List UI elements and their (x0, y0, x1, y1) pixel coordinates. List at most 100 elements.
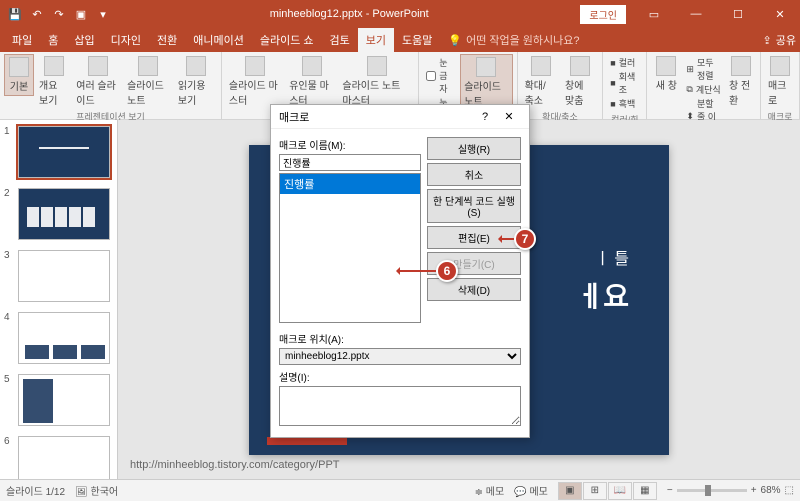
tab-insert[interactable]: 삽입 (66, 28, 102, 52)
zoom-percent[interactable]: 68% (761, 485, 781, 496)
reading-label: 읽기용 보기 (178, 77, 214, 107)
dialog-title: 매크로 (279, 109, 473, 125)
new-window-button[interactable]: 새 창 (651, 54, 681, 94)
tab-transition[interactable]: 전환 (149, 28, 185, 52)
login-button[interactable]: 로그인 (580, 5, 626, 24)
macro-list-item[interactable]: 진행률 (280, 174, 420, 194)
language-indicator[interactable]: 🖼 한국어 (75, 483, 118, 498)
annotation-6-bubble: 6 (436, 260, 458, 282)
handout-master-button[interactable]: 유인물 마스터 (286, 54, 337, 109)
zoom-button[interactable]: 확대/ 축소 (522, 54, 560, 109)
thumb-num: 4 (4, 312, 14, 364)
thumb-num: 6 (4, 436, 14, 479)
share-label: 공유 (776, 32, 796, 48)
macro-in-select[interactable]: minheeblog12.pptx (279, 348, 521, 365)
slide-text-2: ㅔ요 (577, 275, 629, 315)
tell-me[interactable]: 💡 어떤 작업을 원하시나요? (448, 32, 579, 48)
share-icon: ⇪ (763, 34, 772, 47)
slide-master-label: 슬라이드 마스터 (229, 77, 281, 107)
slideshow-view-icon[interactable]: ▦ (633, 482, 657, 500)
macro-list[interactable]: 진행률 (279, 173, 421, 323)
slide-thumbnails-panel[interactable]: 1 2 3 4 5 6 (0, 120, 118, 479)
slide-master-button[interactable]: 슬라이드 마스터 (226, 54, 284, 109)
minimize-icon[interactable]: — (676, 0, 716, 28)
tab-view[interactable]: 보기 (358, 28, 394, 52)
dialog-close-icon[interactable]: ✕ (497, 110, 521, 123)
zoom-out-icon[interactable]: − (667, 485, 673, 496)
description-textarea[interactable] (279, 386, 521, 426)
grayscale-option[interactable]: ■회색조 (610, 70, 639, 96)
ribbon-options-icon[interactable]: ▭ (634, 0, 674, 28)
run-button[interactable]: 실행(R) (427, 137, 521, 160)
normal-view-button[interactable]: 기본 (4, 54, 34, 96)
tab-help[interactable]: 도움말 (394, 28, 440, 52)
description-label: 설명(I): (279, 369, 521, 384)
notes-toggle[interactable]: ≑ 메모 (475, 483, 505, 498)
share-button[interactable]: ⇪ 공유 (763, 32, 796, 48)
tab-file[interactable]: 파일 (4, 28, 40, 52)
annotation-6: 6 (398, 260, 458, 282)
maximize-icon[interactable]: ☐ (718, 0, 758, 28)
macro-name-label: 매크로 이름(M): (279, 137, 421, 152)
annotation-7: 7 (500, 228, 536, 250)
blackwhite-option[interactable]: ■흑백 (610, 97, 639, 110)
dialog-help-icon[interactable]: ? (473, 111, 497, 123)
ruler-label: 눈금자 (439, 56, 455, 95)
cascade-button[interactable]: ⧉계단식 (686, 83, 721, 96)
tab-review[interactable]: 검토 (322, 28, 358, 52)
macro-in-label: 매크로 위치(A): (279, 331, 521, 346)
notes-page-button[interactable]: 슬라이드 노트 (124, 54, 173, 109)
handout-master-label: 유인물 마스터 (289, 77, 334, 107)
undo-icon[interactable]: ↶ (28, 5, 46, 23)
notes-page-label: 슬라이드 노트 (127, 77, 170, 107)
normal-label: 기본 (10, 78, 28, 93)
ruler-checkbox[interactable]: 눈금자 (426, 56, 455, 95)
notes-master-label: 슬라이드 노트 마스터 (342, 77, 411, 107)
slide-counter[interactable]: 슬라이드 1/12 (6, 483, 65, 498)
macros-button[interactable]: 매크로 (765, 54, 795, 109)
color-option[interactable]: ■컬러 (610, 56, 639, 69)
outline-view-button[interactable]: 개요 보기 (36, 54, 71, 109)
slide-sorter-button[interactable]: 여러 슬라이드 (73, 54, 122, 109)
thumbnail-1[interactable]: 1 (0, 124, 117, 180)
cancel-button[interactable]: 취소 (427, 163, 521, 186)
start-slideshow-icon[interactable]: ▣ (72, 5, 90, 23)
switch-window-button[interactable]: 창 전환 (726, 54, 756, 109)
reading-view-icon[interactable]: 📖 (608, 482, 632, 500)
fit-window-button[interactable]: 창에 맞춤 (562, 54, 598, 109)
normal-view-icon[interactable]: ▣ (558, 482, 582, 500)
close-icon[interactable]: ✕ (760, 0, 800, 28)
tab-animation[interactable]: 애니메이션 (185, 28, 252, 52)
arrange-all-button[interactable]: ⊞모두 정렬 (686, 56, 721, 82)
macro-label: 매크로 (768, 77, 792, 107)
slide-notes-button[interactable]: 슬라이드 노트 (460, 54, 512, 111)
reading-view-button[interactable]: 읽기용 보기 (175, 54, 217, 109)
zoom-slider[interactable] (677, 489, 747, 492)
save-icon[interactable]: 💾 (6, 5, 24, 23)
slide-text-1: ㅣ 틀 (595, 245, 629, 269)
tab-slideshow[interactable]: 슬라이드 쇼 (252, 28, 322, 52)
sorter-view-icon[interactable]: ⊞ (583, 482, 607, 500)
gray-label: 회색조 (619, 70, 640, 96)
notes-master-button[interactable]: 슬라이드 노트 마스터 (339, 54, 414, 109)
arrange-label: 모두 정렬 (697, 56, 721, 82)
comments-label: 메모 (529, 487, 547, 498)
tab-design[interactable]: 디자인 (103, 28, 149, 52)
tab-home[interactable]: 홈 (40, 28, 66, 52)
notes-label: 메모 (486, 487, 504, 498)
qat-dropdown-icon[interactable]: ▾ (94, 5, 112, 23)
bw-label: 흑백 (619, 97, 636, 110)
macro-name-input[interactable] (279, 154, 421, 171)
thumbnail-4[interactable]: 4 (0, 310, 117, 366)
thumbnail-3[interactable]: 3 (0, 248, 117, 304)
annotation-7-bubble: 7 (514, 228, 536, 250)
redo-icon[interactable]: ↷ (50, 5, 68, 23)
zoom-in-icon[interactable]: + (751, 485, 757, 496)
thumbnail-6[interactable]: 6 (0, 434, 117, 479)
window-title: minheeblog12.pptx - PowerPoint (118, 8, 580, 20)
thumbnail-2[interactable]: 2 (0, 186, 117, 242)
thumbnail-5[interactable]: 5 (0, 372, 117, 428)
step-into-button[interactable]: 한 단계씩 코드 실행(S) (427, 189, 521, 223)
fit-to-window-icon[interactable]: ⬚ (785, 485, 794, 496)
comments-toggle[interactable]: 💬 메모 (514, 483, 548, 498)
